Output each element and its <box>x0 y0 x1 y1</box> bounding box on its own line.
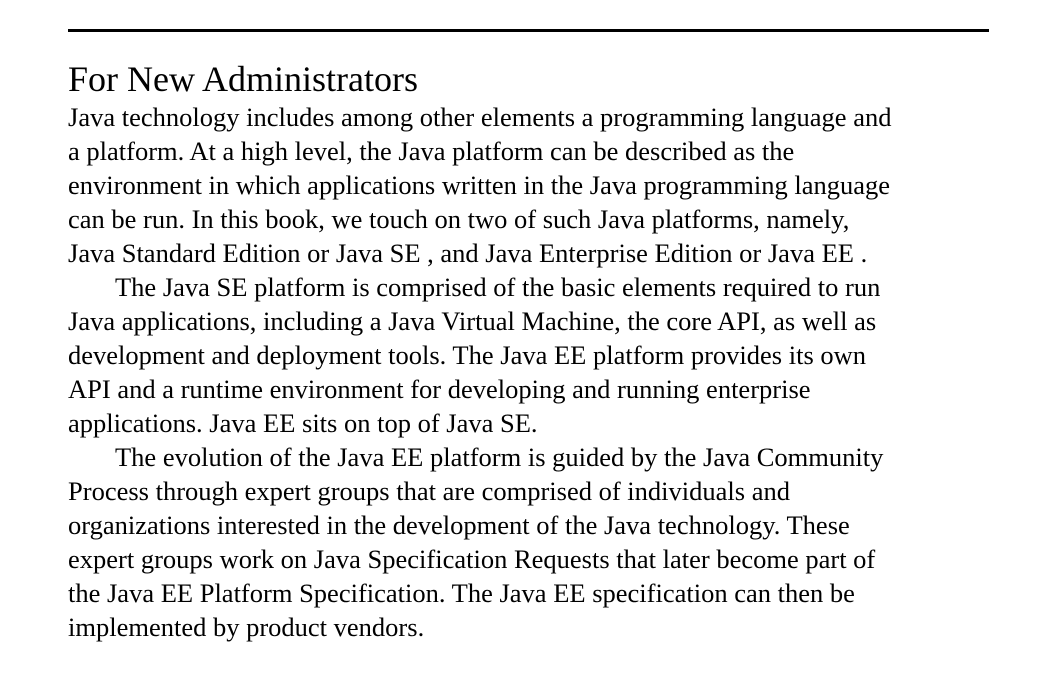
text-line: Process through expert groups that are c… <box>68 476 790 506</box>
paragraph-2: The Java SE platform is comprised of the… <box>68 270 989 440</box>
document-page: For New Administrators Java technology i… <box>68 29 989 644</box>
text-line: Java applications, including a Java Virt… <box>68 306 877 336</box>
text-line: environment in which applications writte… <box>68 170 891 200</box>
text-line: The evolution of the Java EE platform is… <box>115 442 884 472</box>
text-line: Java Standard Edition or Java SE , and J… <box>68 238 868 268</box>
text-line: API and a runtime environment for develo… <box>68 374 811 404</box>
text-line: expert groups work on Java Specification… <box>68 544 876 574</box>
text-line: the Java EE Platform Specification. The … <box>68 578 855 608</box>
paragraph-1: Java technology includes among other ele… <box>68 100 989 270</box>
section-heading: For New Administrators <box>68 59 418 99</box>
text-line: a platform. At a high level, the Java pl… <box>68 136 795 166</box>
paragraph-3: The evolution of the Java EE platform is… <box>68 440 989 644</box>
text-line: The Java SE platform is comprised of the… <box>115 272 881 302</box>
text-line: Java technology includes among other ele… <box>68 102 892 132</box>
text-line: implemented by product vendors. <box>68 612 425 642</box>
top-rule <box>68 29 989 32</box>
text-line: organizations interested in the developm… <box>68 510 850 540</box>
text-line: applications. Java EE sits on top of Jav… <box>68 408 538 438</box>
text-line: development and deployment tools. The Ja… <box>68 340 867 370</box>
text-line: can be run. In this book, we touch on tw… <box>68 204 850 234</box>
